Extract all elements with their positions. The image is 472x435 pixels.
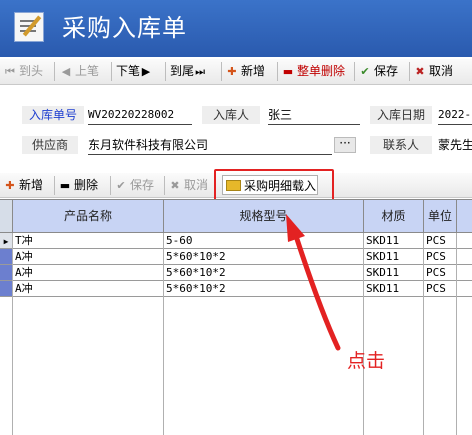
annotation-label: 点击 — [347, 350, 386, 372]
annotation-arrow — [286, 214, 341, 351]
